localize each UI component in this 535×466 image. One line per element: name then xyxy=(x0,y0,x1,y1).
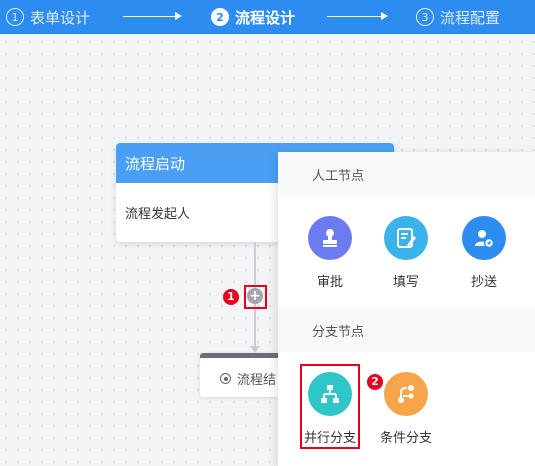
highlight-box-add xyxy=(244,285,267,309)
fill-form-icon xyxy=(384,216,428,260)
approve-stamp-icon xyxy=(308,216,352,260)
step-flow-design[interactable]: 2 流程设计 xyxy=(211,0,295,34)
option-label: 填写 xyxy=(392,275,419,290)
highlight-box-parallel xyxy=(300,364,360,449)
step-label: 表单设计 xyxy=(30,8,91,27)
step-number: 2 xyxy=(211,8,229,26)
step-arrow-head xyxy=(175,12,182,20)
option-condition-branch[interactable]: 条件分支 xyxy=(376,372,436,446)
section-manual-nodes: 人工节点 xyxy=(278,152,535,196)
option-fill[interactable]: 填写 xyxy=(376,216,436,290)
step-number: 3 xyxy=(416,8,434,26)
option-label: 抄送 xyxy=(470,275,497,290)
step-arrow-head xyxy=(381,12,388,20)
end-node-label: 流程结 xyxy=(237,373,277,388)
connector-line xyxy=(254,242,256,288)
step-form-design[interactable]: 1 表单设计 xyxy=(6,0,90,34)
option-approve[interactable]: 审批 xyxy=(300,216,360,290)
annotation-badge-2: 2 xyxy=(367,374,383,390)
cc-user-icon xyxy=(462,216,506,260)
step-arrow-line xyxy=(123,16,175,17)
steps-bar: 1 表单设计 2 流程设计 3 流程配置 xyxy=(0,0,535,34)
step-number: 1 xyxy=(6,8,24,26)
option-label: 审批 xyxy=(316,275,343,290)
option-cc[interactable]: 抄送 xyxy=(454,216,514,290)
option-label: 条件分支 xyxy=(379,431,432,446)
end-circle-icon xyxy=(220,373,231,384)
step-label: 流程设计 xyxy=(235,8,296,27)
step-flow-config[interactable]: 3 流程配置 xyxy=(416,0,500,34)
step-arrow-line xyxy=(327,16,381,17)
step-label: 流程配置 xyxy=(440,8,501,27)
connector-line xyxy=(254,304,256,346)
condition-branch-icon xyxy=(384,372,428,416)
section-branch-nodes: 分支节点 xyxy=(278,308,535,352)
annotation-badge-1: 1 xyxy=(223,289,239,305)
connector-arrow-icon xyxy=(250,346,260,353)
